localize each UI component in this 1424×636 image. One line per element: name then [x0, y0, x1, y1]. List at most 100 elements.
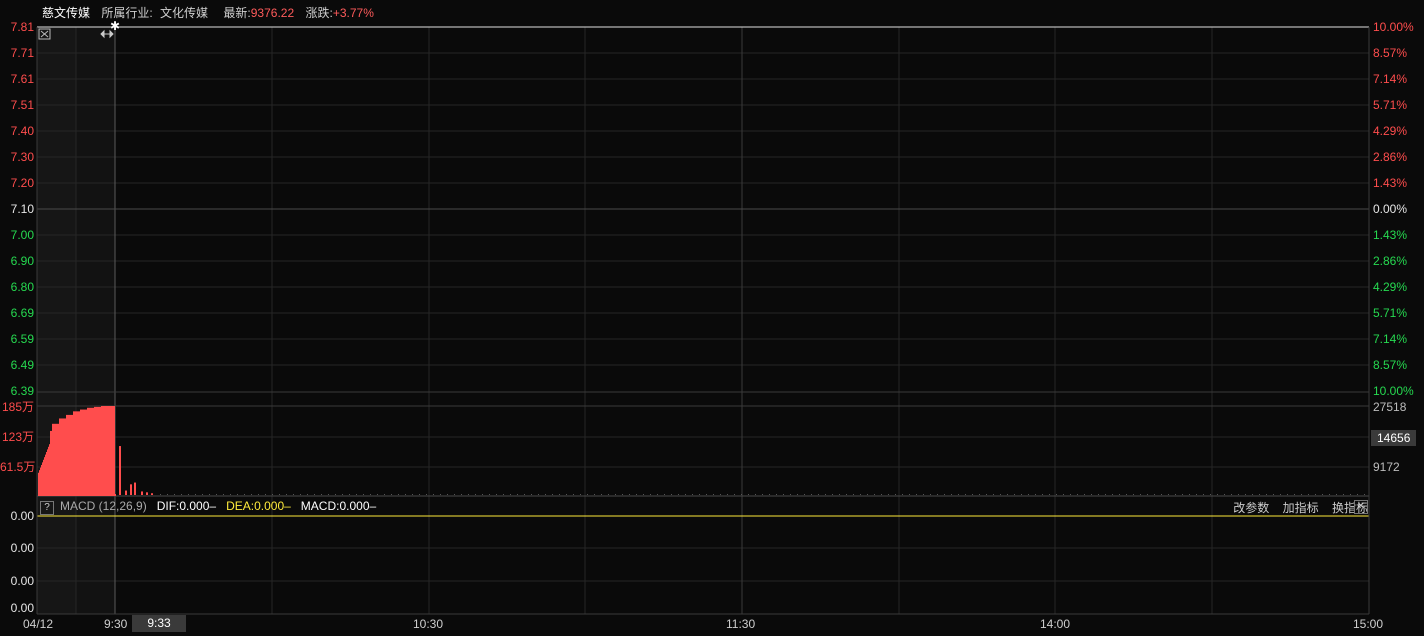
volume-right-low: 9172: [1373, 460, 1400, 474]
volume-baseline-tick: [384, 494, 385, 495]
volume-bar: [100, 406, 101, 495]
volume-bar: [44, 457, 45, 495]
volume-baseline-tick: [1035, 494, 1036, 495]
volume-bar: [58, 423, 59, 495]
volume-baseline-tick: [622, 494, 623, 495]
volume-baseline-tick: [895, 494, 896, 495]
macd-indicator-bar: ? MACD (12,26,9) DIF:0.000– DEA:0.000– MACD:…: [40, 499, 376, 515]
volume-baseline-tick: [1084, 494, 1085, 495]
volume-baseline-tick: [1322, 494, 1323, 495]
volume-baseline-tick: [237, 494, 238, 495]
volume-baseline-tick: [160, 494, 161, 495]
close-indicator-icon[interactable]: ✕: [1354, 500, 1368, 514]
volume-baseline-tick: [265, 494, 266, 495]
volume-bar: [113, 406, 114, 495]
volume-baseline-tick: [524, 494, 525, 495]
volume-baseline-tick: [1238, 494, 1239, 495]
time-gridlines: [75, 27, 1213, 614]
volume-bar: [81, 409, 82, 495]
volume-bar: [102, 406, 103, 495]
volume-bar: [94, 406, 95, 495]
volume-baseline-tick: [321, 494, 322, 495]
volume-bar: [70, 414, 71, 495]
volume-bar: [109, 406, 110, 495]
macd-axis-2: 0.00: [10, 574, 34, 588]
price-tick-left: 7.51: [10, 98, 34, 112]
volume-baseline-tick: [1336, 494, 1337, 495]
volume-baseline-tick: [1189, 494, 1190, 495]
help-icon[interactable]: ?: [40, 501, 54, 515]
volume-baseline-tick: [832, 494, 833, 495]
volume-baseline-tick: [811, 494, 812, 495]
volume-bar: [104, 406, 105, 495]
volume-baseline-tick: [1175, 494, 1176, 495]
volume-baseline-tick: [1252, 494, 1253, 495]
volume-bar: [141, 491, 143, 495]
volume-baseline-tick: [748, 494, 749, 495]
price-tick-left: 6.49: [10, 358, 34, 372]
volume-bar: [73, 411, 74, 495]
percent-tick-right: 1.43%: [1373, 228, 1408, 242]
volume-baseline-tick: [1266, 494, 1267, 495]
volume-baseline-tick: [517, 494, 518, 495]
volume-baseline-tick: [349, 494, 350, 495]
volume-bar: [88, 407, 89, 495]
volume-baseline-tick: [762, 494, 763, 495]
volume-baseline-tick: [965, 494, 966, 495]
volume-baseline-tick: [874, 494, 875, 495]
volume-baseline-tick: [587, 494, 588, 495]
volume-baseline-tick: [552, 494, 553, 495]
volume-baseline-tick: [272, 494, 273, 495]
volume-bar: [90, 407, 91, 495]
volume-baseline-tick: [1182, 494, 1183, 495]
macd-dif: DIF:0.000–: [156, 499, 217, 513]
percent-tick-right: 4.29%: [1373, 124, 1408, 138]
volume-baseline-tick: [881, 494, 882, 495]
volume-baseline-tick: [503, 494, 504, 495]
volume-bar: [97, 406, 98, 495]
volume-baseline-tick: [951, 494, 952, 495]
volume-bar: [96, 406, 97, 495]
volume-baseline-tick: [230, 494, 231, 495]
volume-baseline-tick: [1217, 494, 1218, 495]
volume-baseline-tick: [706, 494, 707, 495]
volume-baseline-tick: [223, 494, 224, 495]
volume-base: [38, 494, 116, 496]
volume-bar: [91, 407, 92, 495]
volume-bar: [69, 414, 70, 495]
macd-name[interactable]: MACD (12,26,9): [60, 499, 147, 513]
volume-bar: [55, 423, 56, 495]
chart-canvas[interactable]: ✱: [0, 0, 1424, 636]
volume-bar: [77, 411, 78, 495]
volume-baseline-tick: [1245, 494, 1246, 495]
price-tick-left: 6.59: [10, 332, 34, 346]
volume-baseline-tick: [636, 494, 637, 495]
volume-baseline-tick: [573, 494, 574, 495]
volume-baseline-tick: [531, 494, 532, 495]
price-tick-left: 6.80: [10, 280, 34, 294]
volume-axis-mid: 123万: [1, 430, 34, 444]
volume-baseline-tick: [300, 494, 301, 495]
volume-bar: [43, 459, 44, 495]
volume-baseline-tick: [944, 494, 945, 495]
volume-baseline-tick: [930, 494, 931, 495]
volume-baseline-tick: [181, 494, 182, 495]
volume-baseline-tick: [797, 494, 798, 495]
volume-baseline-tick: [1140, 494, 1141, 495]
edit-params-button[interactable]: 改参数: [1233, 501, 1269, 515]
volume-baseline-tick: [1119, 494, 1120, 495]
volume-bar: [112, 406, 113, 495]
volume-bar: [61, 418, 62, 495]
volume-baseline-tick: [412, 494, 413, 495]
volume-baseline-tick: [979, 494, 980, 495]
macd-value: MACD:0.000–: [300, 499, 377, 513]
volume-baseline-tick: [713, 494, 714, 495]
volume-baseline-tick: [1105, 494, 1106, 495]
volume-baseline-tick: [804, 494, 805, 495]
volume-baseline-tick: [580, 494, 581, 495]
volume-baseline-tick: [1014, 494, 1015, 495]
add-indicator-button[interactable]: 加指标: [1283, 501, 1319, 515]
volume-baseline-tick: [755, 494, 756, 495]
volume-baseline-tick: [629, 494, 630, 495]
volume-bar: [56, 423, 57, 495]
